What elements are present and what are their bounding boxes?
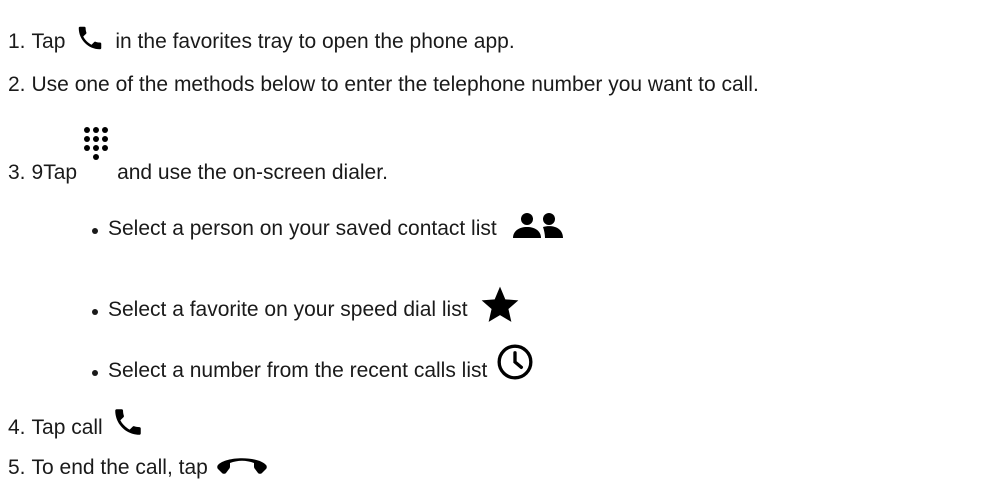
star-icon xyxy=(478,283,522,327)
method-text: Select a number from the recent calls li… xyxy=(108,359,488,382)
step-1: 1. Tap in the favorites tray to open the… xyxy=(8,23,515,55)
step-text-before: Tap call xyxy=(31,416,103,439)
method-favorites: Select a favorite on your speed dial lis… xyxy=(92,283,522,323)
phone-icon xyxy=(73,23,107,53)
step-number: 1. xyxy=(8,30,26,53)
step-text: Use one of the methods below to enter th… xyxy=(31,73,759,96)
step-2: 2. Use one of the methods below to enter… xyxy=(8,72,759,98)
step-text-before: To end the call, tap xyxy=(31,456,208,479)
contacts-icon xyxy=(507,212,567,238)
bullet xyxy=(92,228,98,234)
step-5: 5. To end the call, tap xyxy=(8,453,268,481)
step-3: 3. 9Tap and use the on-screen dialer. xyxy=(8,127,388,186)
step-text-before: 9Tap xyxy=(31,161,78,184)
step-number: 4. xyxy=(8,416,26,439)
method-text: Select a person on your saved contact li… xyxy=(108,217,497,240)
method-recent: Select a number from the recent calls li… xyxy=(92,342,535,384)
method-text: Select a favorite on your speed dial lis… xyxy=(108,298,468,321)
dialpad-icon xyxy=(83,126,109,164)
phone-icon xyxy=(111,405,145,439)
step-text-after: in the favorites tray to open the phone … xyxy=(115,30,515,53)
step-number: 5. xyxy=(8,456,26,479)
method-contacts: Select a person on your saved contact li… xyxy=(92,212,567,242)
end-call-icon xyxy=(216,453,268,475)
step-number: 2. xyxy=(8,73,26,96)
step-4: 4. Tap call xyxy=(8,405,145,441)
clock-icon xyxy=(495,342,535,382)
bullet xyxy=(92,309,98,315)
step-text-after: and use the on-screen dialer. xyxy=(117,161,388,184)
step-text-before: Tap xyxy=(31,30,66,53)
bullet xyxy=(92,370,98,376)
step-number: 3. xyxy=(8,161,26,184)
